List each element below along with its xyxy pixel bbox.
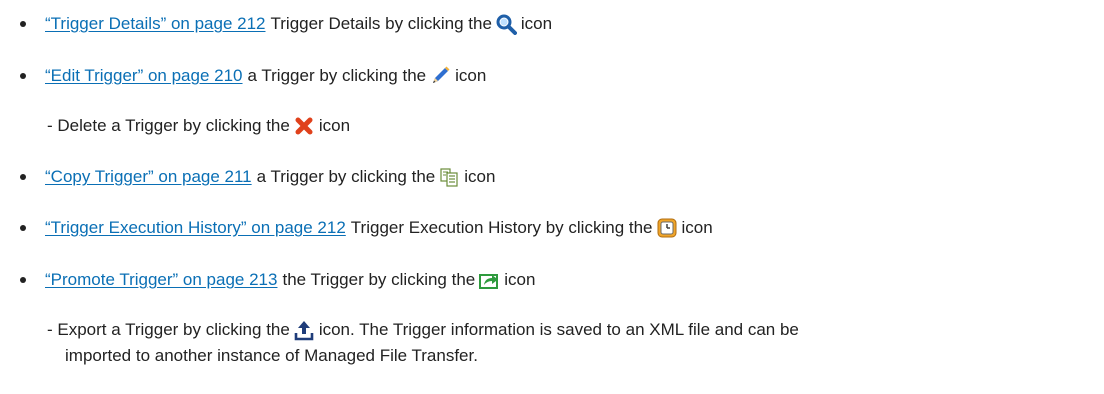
copy-trigger-link[interactable]: “Copy Trigger” on page 211 bbox=[45, 163, 252, 191]
item-trailing-text: icon. The Trigger information is saved t… bbox=[318, 320, 799, 339]
item-trailing-text: icon bbox=[464, 167, 496, 186]
continuation-text: imported to another instance of Managed … bbox=[65, 346, 478, 365]
item-text: a Trigger by clicking the bbox=[247, 66, 427, 85]
item-text: the Trigger by clicking the bbox=[282, 270, 476, 289]
edit-trigger-link[interactable]: “Edit Trigger” on page 210 bbox=[45, 62, 243, 90]
item-trailing-text: icon bbox=[681, 218, 713, 237]
item-text: - Delete a Trigger by clicking the bbox=[47, 116, 290, 135]
promote-icon[interactable] bbox=[478, 269, 500, 291]
magnifier-icon[interactable] bbox=[495, 13, 517, 35]
bullet bbox=[20, 73, 26, 79]
bullet bbox=[20, 225, 26, 231]
history-icon[interactable] bbox=[656, 217, 678, 239]
export-upload-icon[interactable] bbox=[293, 319, 315, 341]
item-text: a Trigger by clicking the bbox=[256, 167, 436, 186]
item-trailing-text: icon bbox=[504, 270, 536, 289]
copy-document-icon[interactable] bbox=[438, 166, 460, 188]
bullet bbox=[20, 174, 26, 180]
item-text: - Export a Trigger by clicking the bbox=[47, 320, 290, 339]
item-trailing-text: icon bbox=[520, 14, 553, 33]
red-x-icon[interactable] bbox=[293, 115, 315, 137]
item-trailing-text: icon bbox=[318, 116, 351, 135]
trigger-details-link[interactable]: “Trigger Details” on page 212 bbox=[45, 10, 266, 38]
bullet bbox=[20, 277, 26, 283]
pencil-icon[interactable] bbox=[429, 65, 451, 87]
item-text: Trigger Details by clicking the bbox=[270, 14, 492, 33]
item-text: Trigger Execution History by clicking th… bbox=[350, 218, 653, 237]
item-trailing-text: icon bbox=[455, 66, 487, 85]
promote-trigger-link[interactable]: “Promote Trigger” on page 213 bbox=[45, 266, 277, 294]
bullet bbox=[20, 21, 26, 27]
trigger-execution-history-link[interactable]: “Trigger Execution History” on page 212 bbox=[45, 214, 346, 242]
